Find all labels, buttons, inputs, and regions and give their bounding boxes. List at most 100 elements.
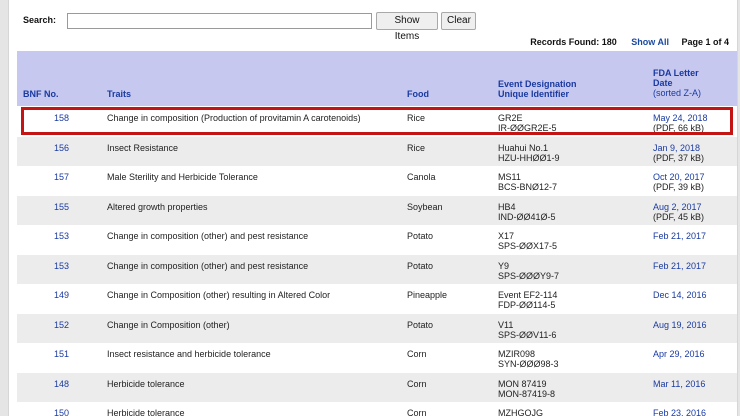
fda-date-link[interactable]: May 24, 2018 (653, 113, 708, 123)
bnf-link[interactable]: 156 (54, 143, 69, 153)
header-bnf[interactable]: BNF No. (23, 89, 59, 99)
unique-identifier: IR-ØØGR2E-5 (498, 123, 557, 133)
bnf-link[interactable]: 149 (54, 290, 69, 300)
fda-date-link[interactable]: Apr 29, 2016 (653, 349, 705, 359)
event-designation: X17 (498, 231, 515, 241)
food-cell: Rice (407, 142, 426, 153)
fda-date-cell[interactable]: Aug 2, 2017 (PDF, 45 kB) (653, 202, 704, 222)
fda-date-cell[interactable]: Mar 11, 2016 (653, 379, 705, 389)
show-items-button[interactable]: Show Items (376, 12, 438, 42)
traits-cell: Change in Composition (other) (107, 319, 230, 330)
show-all-link[interactable]: Show All (631, 37, 669, 47)
event-cell: Y9 SPS-ØØØY9-7 (498, 261, 559, 281)
food-cell: Potato (407, 319, 434, 330)
unique-identifier: SYN-ØØØ98-3 (498, 359, 559, 369)
search-label: Search: (23, 15, 57, 25)
event-designation: MZHGOJG (498, 408, 543, 416)
bnf-link[interactable]: 158 (54, 113, 69, 123)
header-event[interactable]: Event Designation Unique Identifier (498, 79, 577, 99)
table-row: 152 Change in Composition (other) Potato V1… (17, 313, 737, 343)
fda-date-link[interactable]: Dec 14, 2016 (653, 290, 707, 300)
table-row: 157 Male Sterility and Herbicide Toleranc… (17, 166, 737, 196)
event-designation: MZIR098 (498, 349, 536, 359)
event-cell: V11 SPS-ØØV11-6 (498, 320, 556, 340)
header-food[interactable]: Food (407, 89, 429, 99)
event-cell: MZHGOJG (498, 408, 543, 416)
header-traits[interactable]: Traits (107, 89, 131, 99)
clear-button[interactable]: Clear (441, 12, 476, 30)
event-designation: GR2E (498, 113, 523, 123)
fda-date-cell[interactable]: Jan 9, 2018 (PDF, 37 kB) (653, 143, 704, 163)
bnf-link[interactable]: 157 (54, 172, 69, 182)
table-row: 153 Change in composition (other) and pes… (17, 225, 737, 255)
fda-date-cell[interactable]: Feb 21, 2017 (653, 261, 706, 271)
search-input[interactable] (67, 13, 372, 29)
bnf-link[interactable]: 150 (54, 408, 69, 416)
table-row: 150 Herbicide tolerance Corn MZHGOJG Feb 23,… (17, 402, 737, 416)
fda-date-link[interactable]: Aug 2, 2017 (653, 202, 704, 212)
bnf-link[interactable]: 153 (54, 261, 69, 271)
event-designation: V11 (498, 319, 514, 330)
event-cell: HB4 IND-ØØ41Ø-5 (498, 202, 556, 222)
table-row: 156 Insect Resistance Rice Huahui No.1 HZU-H… (17, 136, 737, 166)
header-date[interactable]: FDA Letter Date (sorted Z-A) (653, 68, 701, 98)
unique-identifier: IND-ØØ41Ø-5 (498, 211, 556, 222)
food-cell: Corn (407, 408, 427, 416)
fda-date-cell[interactable]: Feb 23, 2016 (653, 408, 706, 416)
fda-date-link[interactable]: Feb 21, 2017 (653, 261, 706, 271)
fda-date-link[interactable]: Mar 11, 2016 (653, 379, 705, 389)
event-designation: Event EF2-114 (498, 290, 558, 300)
fda-date-cell[interactable]: Aug 19, 2016 (653, 320, 707, 330)
table-row: 158 Change in composition (Production of … (17, 107, 737, 137)
traits-cell: Herbicide tolerance (107, 408, 185, 416)
bnf-link[interactable]: 153 (54, 231, 69, 241)
fda-date-link[interactable]: Oct 20, 2017 (653, 172, 705, 182)
event-designation: MON 87419 (498, 378, 547, 389)
unique-identifier: HZU-HHØØ1-9 (498, 152, 560, 163)
fda-date-cell[interactable]: Feb 21, 2017 (653, 231, 706, 241)
fda-date-cell[interactable]: Oct 20, 2017 (PDF, 39 kB) (653, 172, 705, 192)
pdf-size: (PDF, 39 kB) (653, 182, 705, 192)
traits-cell: Change in Composition (other) resulting … (107, 290, 331, 300)
traits-cell: Herbicide tolerance (107, 378, 185, 389)
bnf-link[interactable]: 148 (54, 379, 69, 389)
event-cell: Huahui No.1 HZU-HHØØ1-9 (498, 143, 560, 163)
traits-cell: Insect resistance and herbicide toleranc… (107, 349, 271, 359)
event-cell: GR2E IR-ØØGR2E-5 (498, 113, 557, 133)
traits-cell: Change in composition (Production of pro… (107, 113, 361, 123)
event-designation: Huahui No.1 (498, 142, 549, 153)
unique-identifier: BCS-BNØ12-7 (498, 182, 558, 192)
records-found: Records Found: 180 (530, 37, 617, 47)
fda-date-cell[interactable]: Apr 29, 2016 (653, 349, 705, 359)
fda-date-link[interactable]: Feb 23, 2016 (653, 408, 706, 416)
fda-date-link[interactable]: Jan 9, 2018 (653, 143, 704, 153)
unique-identifier: SPS-ØØØY9-7 (498, 270, 560, 281)
unique-identifier: MON-87419-8 (498, 388, 556, 399)
table-row: 148 Herbicide tolerance Corn MON 87419 MON-8… (17, 372, 737, 402)
fda-date-cell[interactable]: Dec 14, 2016 (653, 290, 707, 300)
event-cell: MS11 BCS-BNØ12-7 (498, 172, 557, 192)
fda-date-cell[interactable]: May 24, 2018 (PDF, 66 kB) (653, 113, 708, 133)
food-cell: Pineapple (407, 290, 448, 300)
event-cell: MZIR098 SYN-ØØØ98-3 (498, 349, 559, 369)
unique-identifier: SPS-ØØX17-5 (498, 241, 558, 251)
pdf-size: (PDF, 66 kB) (653, 123, 705, 133)
bnf-link[interactable]: 152 (54, 320, 69, 330)
food-cell: Canola (407, 172, 436, 182)
fda-date-link[interactable]: Feb 21, 2017 (653, 231, 706, 241)
event-cell: MON 87419 MON-87419-8 (498, 379, 555, 399)
pdf-size: (PDF, 45 kB) (653, 211, 705, 222)
bnf-link[interactable]: 155 (54, 202, 69, 212)
unique-identifier: SPS-ØØV11-6 (498, 329, 557, 340)
food-cell: Corn (407, 378, 427, 389)
table-row: 151 Insect resistance and herbicide toler… (17, 343, 737, 373)
bnf-link[interactable]: 151 (54, 349, 69, 359)
food-cell: Potato (407, 231, 434, 241)
unique-identifier: FDP-ØØ114-5 (498, 300, 556, 310)
event-cell: X17 SPS-ØØX17-5 (498, 231, 557, 251)
food-cell: Soybean (407, 201, 443, 212)
food-cell: Corn (407, 349, 427, 359)
fda-date-link[interactable]: Aug 19, 2016 (653, 320, 707, 330)
event-designation: HB4 (498, 201, 516, 212)
event-designation: Y9 (498, 260, 510, 271)
